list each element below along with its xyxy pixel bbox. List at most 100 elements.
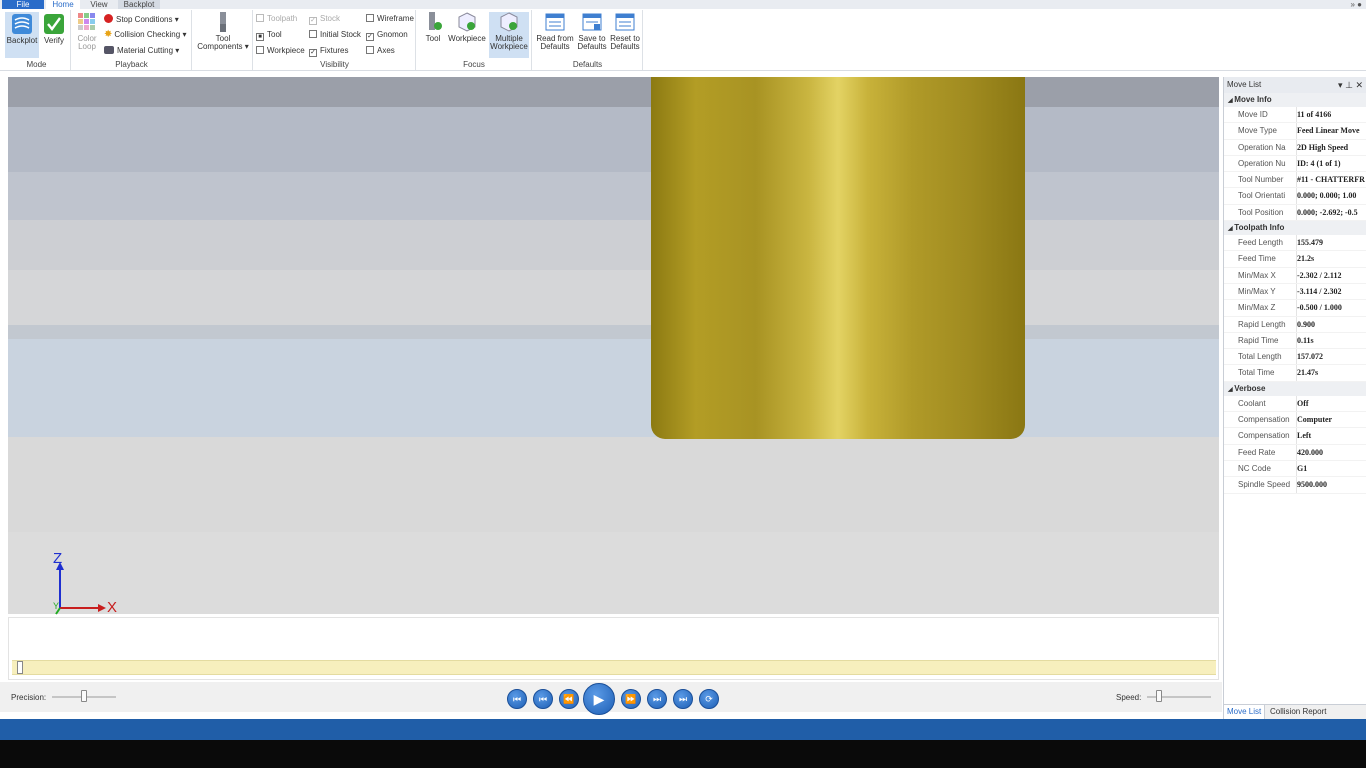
wireframe-checkbox[interactable]: Wireframe — [366, 14, 414, 24]
workpiece-checkbox[interactable]: Workpiece — [256, 46, 305, 56]
toolpath-checkbox[interactable]: Toolpath — [256, 14, 297, 24]
section-header[interactable]: ◢ Move Info — [1224, 93, 1366, 107]
fixtures-checkbox[interactable]: ✓ Fixtures — [309, 46, 348, 57]
property-row[interactable]: Rapid Time 0.11s — [1224, 332, 1366, 350]
tab-backplot[interactable]: Backplot — [118, 0, 160, 9]
collision-checking-button[interactable]: ✸ Collision Checking ▾ — [104, 30, 186, 40]
loop-button[interactable]: ⟳ — [699, 689, 719, 709]
dropdown-icon[interactable]: ▾ — [1338, 80, 1343, 90]
property-row[interactable]: Compensation Computer — [1224, 412, 1366, 429]
property-row[interactable]: Rapid Length 0.900 — [1224, 316, 1366, 333]
verify-label: Verify — [43, 36, 64, 45]
precision-slider-thumb[interactable] — [81, 690, 87, 702]
property-row[interactable]: Total Length 157.072 — [1224, 349, 1366, 366]
window-controls[interactable]: » ● — [1350, 0, 1362, 9]
group-visibility-label: Visibility — [320, 60, 349, 69]
save-defaults-icon — [582, 12, 602, 32]
speed-slider[interactable] — [1147, 690, 1211, 702]
workpiece-focus-icon — [457, 12, 477, 32]
property-grid: ◢ Move Info Move ID 11 of 4166 Move Type Fee… — [1224, 93, 1366, 494]
stock-band — [8, 220, 1219, 270]
property-row[interactable]: Min/Max X -2.302 / 2.112 — [1224, 267, 1366, 284]
jump-end-button[interactable]: ⏭ — [673, 689, 693, 709]
property-row[interactable]: Feed Time 21.2s — [1224, 251, 1366, 268]
graphics-viewport[interactable] — [8, 77, 1219, 532]
tool-checkbox[interactable]: ■ Tool — [256, 30, 282, 41]
focus-tool-button[interactable]: Tool — [421, 12, 445, 43]
property-row[interactable]: Min/Max Z -0.500 / 1.000 — [1224, 300, 1366, 317]
viewport-floor — [8, 532, 1219, 614]
color-loop-button[interactable]: Color Loop — [74, 12, 100, 51]
panel-title: Move List — [1227, 80, 1262, 89]
property-row[interactable]: Feed Length 155.479 — [1224, 235, 1366, 252]
property-key: NC Code — [1238, 463, 1271, 473]
property-row[interactable]: Operation Na 2D High Speed — [1224, 139, 1366, 156]
property-row[interactable]: Tool Orientati 0.000; 0.000; 1.00 — [1224, 188, 1366, 205]
stock-checkbox[interactable]: ✓ Stock — [309, 14, 340, 25]
property-key: Tool Orientati — [1238, 191, 1286, 201]
initial-stock-checkbox[interactable]: Initial Stock — [309, 30, 361, 40]
fast-forward-button[interactable]: ⏩ — [621, 689, 641, 709]
tool-components-button[interactable]: Tool Components ▾ — [195, 12, 251, 51]
section-header[interactable]: ◢ Toolpath Info — [1224, 221, 1366, 236]
play-button[interactable]: ▶ — [583, 683, 615, 715]
property-row[interactable]: Feed Rate 420.000 — [1224, 444, 1366, 461]
property-row[interactable]: Operation Nu ID: 4 (1 of 1) — [1224, 155, 1366, 173]
stop-conditions-button[interactable]: Stop Conditions ▾ — [104, 14, 179, 25]
tab-collision-report[interactable]: Collision Report — [1267, 705, 1329, 719]
jump-start-button[interactable]: ⏮ — [507, 689, 527, 709]
property-key: Min/Max Z — [1238, 303, 1276, 313]
property-row[interactable]: Coolant Off — [1224, 395, 1366, 413]
dropdown-arrow-icon: ▾ — [174, 15, 179, 24]
backplot-button[interactable]: Backplot — [5, 12, 39, 58]
save-defaults-label-2: Defaults — [577, 42, 607, 51]
material-cutting-button[interactable]: Material Cutting ▾ — [104, 46, 179, 56]
color-grid-icon — [77, 12, 97, 32]
gnomon-checkbox[interactable]: ✓ Gnomon — [366, 30, 408, 41]
axes-checkbox[interactable]: Axes — [366, 46, 395, 56]
precision-slider[interactable] — [52, 690, 116, 702]
tab-view[interactable]: View — [82, 0, 116, 9]
property-row[interactable]: Tool Number #11 - CHATTERFR — [1224, 172, 1366, 189]
rewind-button[interactable]: ⏪ — [559, 689, 579, 709]
property-key: Compensation — [1238, 415, 1290, 425]
tab-file[interactable]: File — [2, 0, 44, 9]
property-key: Operation Nu — [1238, 158, 1286, 168]
loop-icon: ⟳ — [705, 694, 713, 704]
step-back-icon: ⏮ — [538, 694, 548, 704]
read-defaults-label-2: Defaults — [540, 42, 570, 51]
close-icon[interactable]: ✕ — [1355, 80, 1363, 90]
step-back-button[interactable]: ⏮ — [533, 689, 553, 709]
property-row[interactable]: Min/Max Y -3.114 / 2.302 — [1224, 283, 1366, 301]
multiple-workpiece-button[interactable]: Multiple Workpiece — [489, 12, 529, 58]
property-row[interactable]: Move ID 11 of 4166 — [1224, 107, 1366, 124]
reset-defaults-button[interactable]: Reset to Defaults — [609, 12, 641, 51]
read-defaults-button[interactable]: Read from Defaults — [535, 12, 575, 51]
collision-burst-icon: ✸ — [104, 29, 113, 40]
property-value: 11 of 4166 — [1296, 107, 1366, 123]
property-row[interactable]: Move Type Feed Linear Move — [1224, 123, 1366, 140]
verify-button[interactable]: Verify — [41, 12, 67, 45]
timeline-scrubber[interactable] — [17, 661, 24, 674]
property-key: Tool Number — [1238, 175, 1284, 185]
save-defaults-button[interactable]: Save to Defaults — [575, 12, 609, 51]
section-header[interactable]: ◢ Verbose — [1224, 381, 1366, 396]
property-key: Rapid Time — [1238, 335, 1279, 345]
step-forward-button[interactable]: ⏭ — [647, 689, 667, 709]
reset-defaults-icon — [615, 12, 635, 32]
tab-move-list[interactable]: Move List — [1224, 705, 1266, 719]
precision-label: Precision: — [11, 693, 47, 702]
focus-workpiece-button[interactable]: Workpiece — [447, 12, 487, 43]
speed-slider-thumb[interactable] — [1155, 690, 1162, 702]
pin-icon[interactable]: ⊥ — [1345, 80, 1353, 90]
taskbar-area — [0, 740, 1366, 768]
property-value: Feed Linear Move — [1296, 123, 1366, 139]
property-row[interactable]: Compensation Left — [1224, 428, 1366, 445]
dropdown-arrow-icon: ▾ — [175, 46, 180, 55]
property-row[interactable]: Total Time 21.47s — [1224, 365, 1366, 382]
property-row[interactable]: Spindle Speed 9500.000 — [1224, 477, 1366, 494]
tab-home[interactable]: Home — [46, 0, 80, 9]
timeline-track[interactable] — [12, 660, 1216, 675]
property-row[interactable]: NC Code G1 — [1224, 460, 1366, 478]
property-row[interactable]: Tool Position 0.000; -2.692; -0.5 — [1224, 204, 1366, 222]
